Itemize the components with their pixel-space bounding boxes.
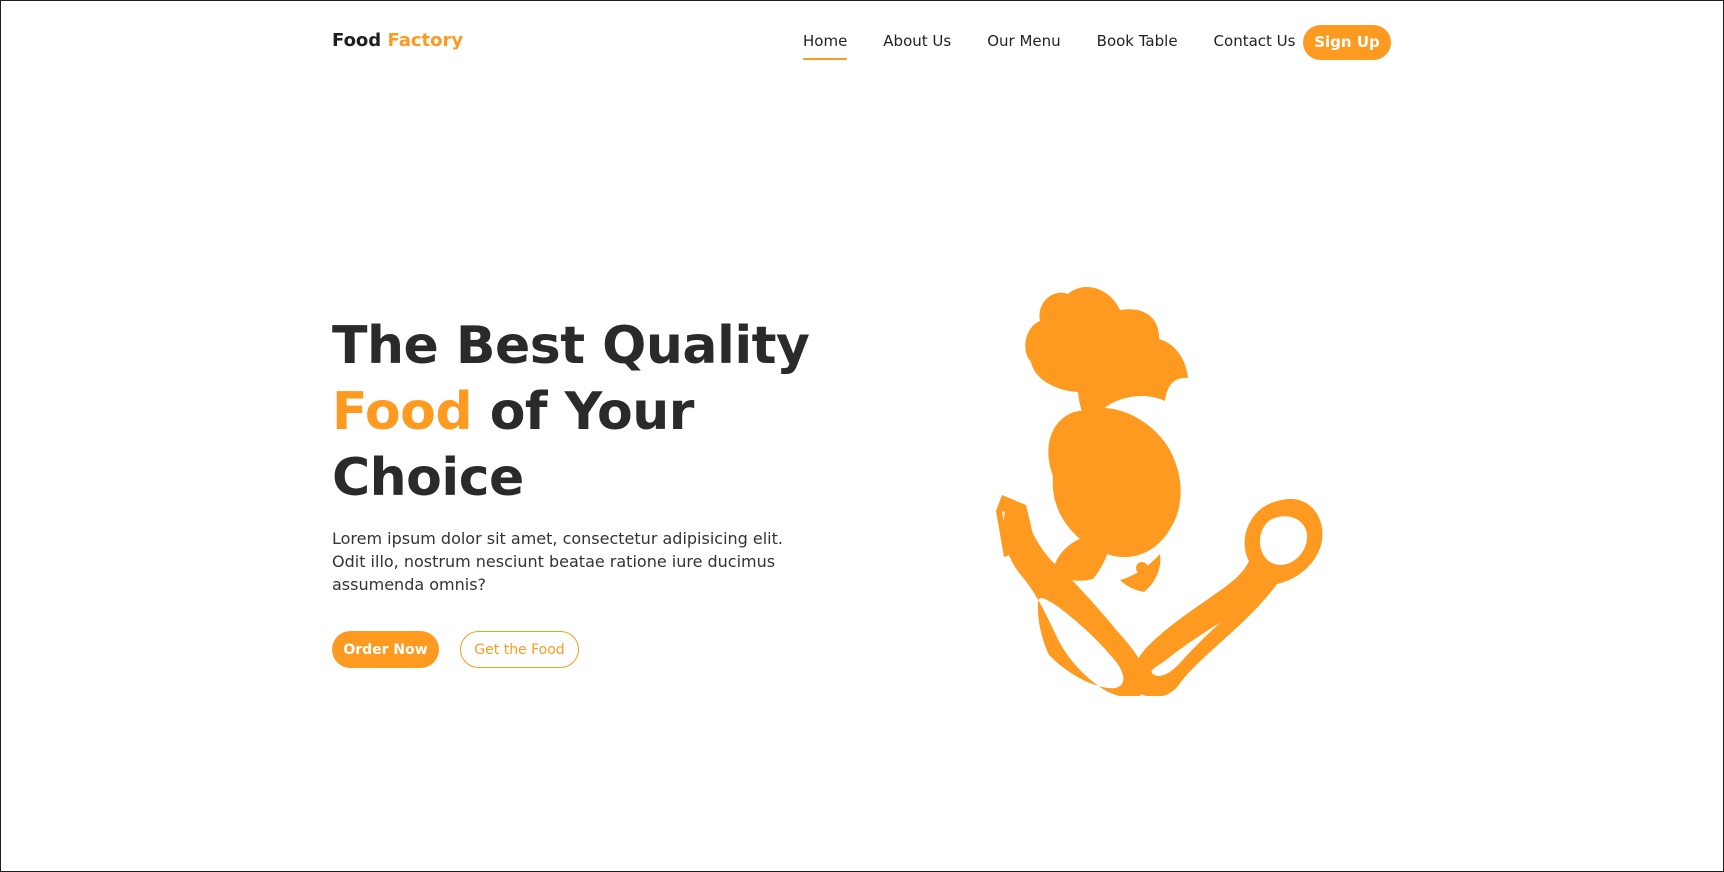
brand-name-primary: Food — [332, 30, 382, 51]
nav-item-home[interactable]: Home — [803, 32, 848, 60]
brand-logo[interactable]: Food Factory — [332, 30, 463, 51]
hero-title-accent-word: Food — [332, 382, 473, 442]
hero-title-line-three: Choice — [332, 448, 524, 508]
top-navigation: Food Factory Home About Us Our Menu Book… — [1, 1, 1723, 85]
brand-name-accent: Factory — [387, 30, 464, 51]
sign-up-button[interactable]: Sign Up — [1303, 25, 1391, 60]
hero-heading: The Best Quality Food of Your Choice — [332, 313, 810, 511]
hero-description: Lorem ipsum dolor sit amet, consectetur … — [332, 529, 783, 594]
order-now-button[interactable]: Order Now — [332, 631, 439, 668]
nav-item-contact-us[interactable]: Contact Us — [1214, 32, 1296, 50]
get-the-food-button[interactable]: Get the Food — [460, 631, 579, 668]
chef-with-fork-and-spoon-icon — [996, 287, 1323, 696]
hero-title-line-two: Food of Your — [332, 379, 802, 445]
landing-page: Food Factory Home About Us Our Menu Book… — [0, 0, 1724, 872]
nav-item-our-menu[interactable]: Our Menu — [987, 32, 1060, 50]
hero-title-line-two-rest: of Your — [472, 382, 695, 442]
hero-title-line-one: The Best Quality — [332, 316, 810, 376]
main-menu: Home About Us Our Menu Book Table Contac… — [803, 32, 1296, 60]
nav-item-book-table[interactable]: Book Table — [1097, 32, 1178, 50]
nav-item-about-us[interactable]: About Us — [883, 32, 951, 50]
